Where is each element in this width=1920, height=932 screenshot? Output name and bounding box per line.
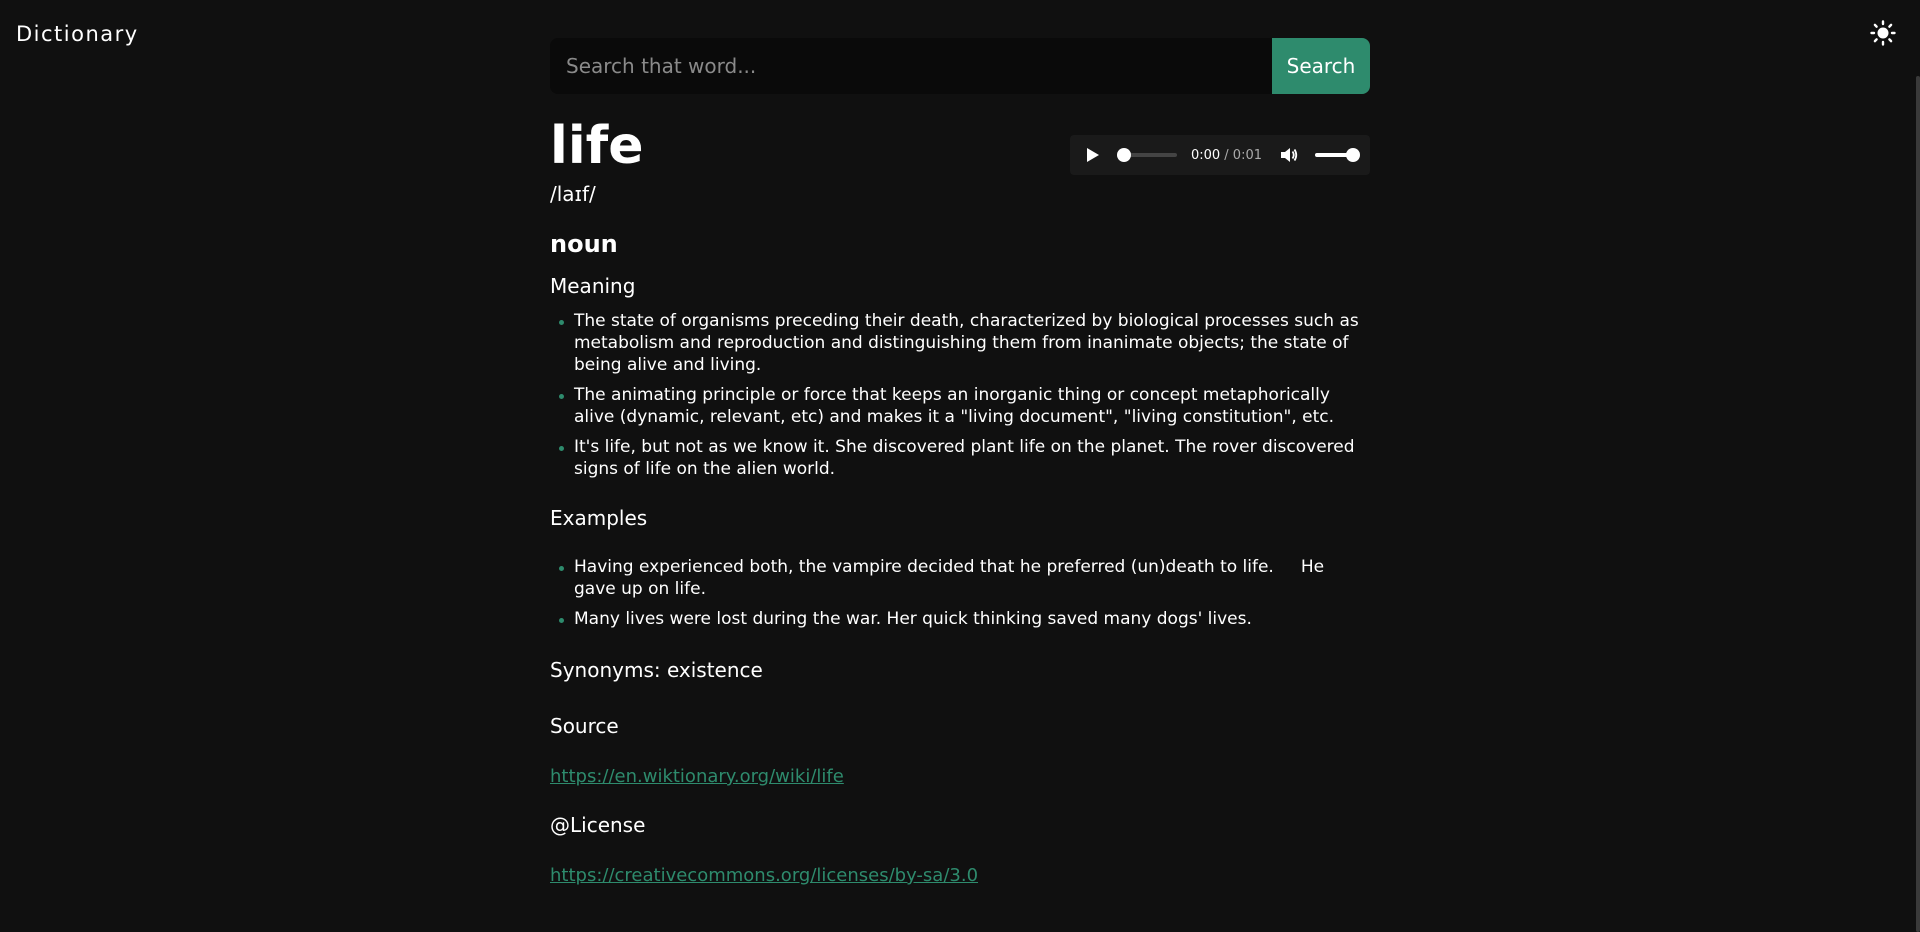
app-root: Dictionary Search that word... Search li… — [0, 0, 1920, 932]
word-header: life /laɪf/ 0:00 / 0:01 — [550, 120, 1370, 220]
play-button[interactable] — [1086, 147, 1101, 163]
audio-player: 0:00 / 0:01 — [1070, 135, 1370, 175]
examples-list: Having experienced both, the vampire dec… — [550, 556, 1370, 630]
audio-duration: / 0:01 — [1224, 147, 1263, 163]
scrollbar[interactable] — [1916, 76, 1920, 932]
license-link[interactable]: https://creativecommons.org/licenses/by-… — [550, 865, 978, 886]
search-input[interactable] — [550, 38, 1272, 94]
example-item: Many lives were lost during the war. Her… — [559, 608, 1370, 630]
definition-item: The animating principle or force that ke… — [559, 384, 1370, 428]
volume-icon — [1281, 148, 1298, 162]
main-content: Search life /laɪf/ 0:00 / 0:01 — [550, 38, 1370, 886]
audio-progress-slider[interactable] — [1116, 148, 1177, 162]
meaning-title: Meaning — [550, 274, 636, 298]
theme-toggle-button[interactable] — [1868, 20, 1898, 50]
audio-progress-knob[interactable] — [1116, 148, 1131, 162]
license-title: @License — [550, 813, 646, 837]
audio-time: 0:00 / 0:01 — [1191, 148, 1262, 163]
volume-slider[interactable] — [1314, 148, 1360, 162]
definition-item: It's life, but not as we know it. She di… — [559, 436, 1370, 480]
volume-knob[interactable] — [1346, 148, 1360, 162]
search-button[interactable]: Search — [1272, 38, 1370, 94]
source-title: Source — [550, 714, 619, 738]
definition-item: The state of organisms preceding their d… — [559, 310, 1370, 376]
search-bar: Search — [550, 38, 1370, 94]
brand-title: Dictionary — [16, 22, 139, 46]
mute-button[interactable] — [1280, 145, 1299, 165]
play-icon — [1087, 148, 1099, 162]
example-item: Having experienced both, the vampire dec… — [559, 556, 1370, 600]
part-of-speech: noun — [550, 230, 618, 258]
sun-icon — [1870, 20, 1896, 50]
source-link[interactable]: https://en.wiktionary.org/wiki/life — [550, 766, 844, 787]
examples-title: Examples — [550, 506, 648, 530]
phonetic-text: /laɪf/ — [550, 182, 596, 206]
synonyms: Synonyms: existence — [550, 658, 763, 682]
definitions-list: The state of organisms preceding their d… — [550, 310, 1370, 480]
audio-current-time: 0:00 — [1190, 147, 1221, 163]
